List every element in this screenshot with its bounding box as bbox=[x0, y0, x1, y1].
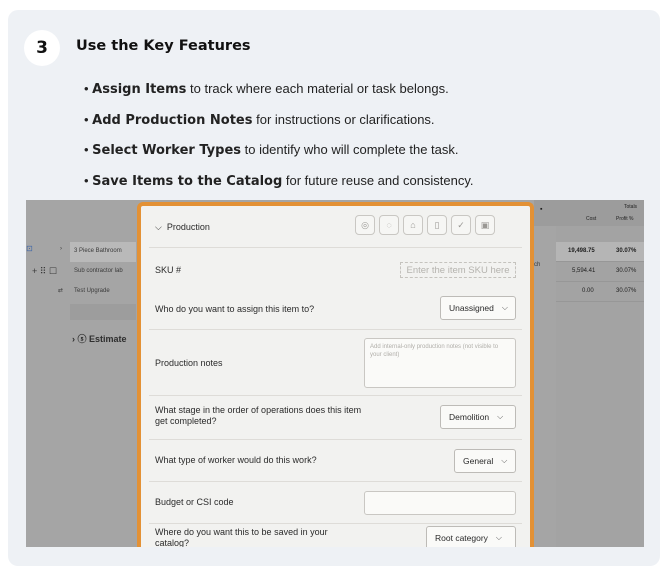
bg-row-label: Sub contractor lab bbox=[74, 268, 123, 274]
production-panel: ⌵ Production ◎ ◌ ⌂ ▯ ✓ ▣ SKU # Enter the… bbox=[137, 202, 534, 547]
chevron-down-icon: ⌵ bbox=[497, 412, 504, 421]
feature-item: • Add Production Notes for instructions … bbox=[84, 111, 435, 128]
estimate-label: Estimate bbox=[89, 334, 127, 344]
estimate-heading: › ⓢ Estimate bbox=[72, 334, 127, 344]
stage-select[interactable]: Demolition ⌵ bbox=[440, 405, 516, 429]
feature-item: • Save Items to the Catalog for future r… bbox=[84, 172, 474, 189]
feature-text: to identify who will complete the task. bbox=[241, 142, 459, 157]
feature-text: for future reuse and consistency. bbox=[282, 172, 474, 188]
feature-item: • Select Worker Types to identify who wi… bbox=[84, 142, 459, 158]
step-number: 3 bbox=[24, 30, 60, 66]
feature-bold: Assign Items bbox=[92, 82, 187, 97]
feature-text: for instructions or clarifications. bbox=[252, 111, 435, 127]
budget-input[interactable] bbox=[364, 491, 516, 515]
chevron-down-icon: ⌵ bbox=[155, 222, 162, 232]
sku-label: SKU # bbox=[155, 265, 182, 275]
notes-textarea[interactable]: Add internal-only production notes (not … bbox=[364, 338, 516, 388]
app-screenshot: ⊡ › 3 Piece Bathroom + ⠿ ☐ Sub contracto… bbox=[26, 200, 644, 547]
feature-bold: Save Items to the Catalog bbox=[92, 173, 283, 189]
cost-value: 5,594.41 bbox=[572, 268, 596, 274]
cost-value: 0.00 bbox=[582, 288, 594, 294]
cost-value: 19,498.75 bbox=[568, 248, 595, 254]
chat-bubble-icon[interactable]: ◌ bbox=[379, 215, 399, 235]
lock-icon: ▪ bbox=[540, 206, 543, 213]
profit-header: Profit % bbox=[616, 216, 634, 222]
home-icon[interactable]: ⌂ bbox=[403, 215, 423, 235]
totals-header-label: Totals bbox=[624, 204, 638, 210]
chevron-down-icon: ⌵ bbox=[495, 533, 502, 542]
drag-handle-icon: + ⠿ ☐ bbox=[32, 266, 57, 276]
feature-bold: Select Worker Types bbox=[92, 143, 241, 158]
row-chevron-icon: › bbox=[60, 246, 62, 252]
totals-columns: Totals Cost Profit % 19,498.75 30.07% 5,… bbox=[556, 200, 644, 547]
step-card: 3 Use the Key Features • Assign Items to… bbox=[8, 10, 660, 566]
profit-value: 30.07% bbox=[616, 248, 637, 254]
bg-row-label: 3 Piece Bathroom bbox=[74, 248, 122, 254]
clipboard-icon[interactable]: ▯ bbox=[427, 215, 447, 235]
totals-row: 19,498.75 30.07% bbox=[556, 242, 644, 262]
bg-row: Sub contractor lab bbox=[70, 262, 136, 282]
feature-text: to track where each material or task bel… bbox=[186, 81, 449, 96]
catalog-select[interactable]: Root category ⌵ bbox=[426, 526, 516, 547]
production-title: Production bbox=[166, 222, 210, 232]
production-header[interactable]: ⌵ Production ◎ ◌ ⌂ ▯ ✓ ▣ bbox=[149, 206, 522, 248]
chevron-down-icon: ⌵ bbox=[501, 456, 508, 465]
stage-row: What stage in the order of operations do… bbox=[149, 396, 522, 440]
totals-header: Totals Cost Profit % bbox=[556, 200, 644, 226]
bg-row: 3 Piece Bathroom bbox=[70, 242, 136, 262]
stage-value: Demolition bbox=[449, 412, 490, 422]
worker-value: General bbox=[463, 456, 494, 466]
image-icon[interactable]: ▣ bbox=[475, 215, 495, 235]
worker-row: What type of worker would do this work? … bbox=[149, 440, 522, 482]
profit-value: 30.07% bbox=[616, 288, 637, 294]
budget-label: Budget or CSI code bbox=[155, 497, 234, 507]
profit-value: 30.07% bbox=[616, 268, 637, 274]
production-panel-body: ⌵ Production ◎ ◌ ⌂ ▯ ✓ ▣ SKU # Enter the… bbox=[149, 206, 522, 547]
add-row-bar bbox=[70, 304, 136, 320]
totals-row: 5,594.41 30.07% bbox=[556, 262, 644, 282]
bg-row-label: Test Upgrade bbox=[74, 288, 110, 294]
worker-select[interactable]: General ⌵ bbox=[454, 449, 516, 473]
bg-row: Test Upgrade bbox=[70, 282, 136, 302]
assign-row: Who do you want to assign this item to? … bbox=[149, 290, 522, 330]
catalog-label: Where do you want this to be saved in yo… bbox=[155, 527, 328, 547]
notes-label: Production notes bbox=[155, 358, 223, 368]
assign-select[interactable]: Unassigned ⌵ bbox=[440, 296, 516, 320]
feature-bold: Add Production Notes bbox=[92, 112, 253, 128]
header-tools: ▪ bbox=[534, 200, 556, 226]
totals-row: 0.00 30.07% bbox=[556, 282, 644, 302]
cost-header: Cost bbox=[586, 216, 597, 222]
feature-item: • Assign Items to track where each mater… bbox=[84, 81, 449, 97]
step-title: Use the Key Features bbox=[76, 38, 251, 54]
chevron-down-icon: ⌵ bbox=[501, 303, 508, 312]
feature-list: • Assign Items to track where each mater… bbox=[84, 80, 474, 202]
expand-icon: ⊡ bbox=[26, 244, 33, 253]
partial-text: ch bbox=[534, 262, 541, 268]
sku-input[interactable]: Enter the item SKU here bbox=[400, 262, 516, 278]
user-circle-icon[interactable]: ◎ bbox=[355, 215, 375, 235]
notes-row: Production notes Add internal-only produ… bbox=[149, 330, 522, 396]
assign-value: Unassigned bbox=[449, 303, 494, 313]
budget-row: Budget or CSI code bbox=[149, 482, 522, 524]
stage-label: What stage in the order of operations do… bbox=[155, 405, 362, 426]
worker-label: What type of worker would do this work? bbox=[155, 455, 317, 465]
catalog-row: Where do you want this to be saved in yo… bbox=[149, 524, 522, 547]
production-section[interactable]: ⌵ Production bbox=[155, 222, 210, 233]
check-circle-icon[interactable]: ✓ bbox=[451, 215, 471, 235]
assign-label: Who do you want to assign this item to? bbox=[155, 304, 315, 314]
link-icon: ⇄ bbox=[58, 288, 64, 294]
catalog-value: Root category bbox=[435, 533, 488, 543]
